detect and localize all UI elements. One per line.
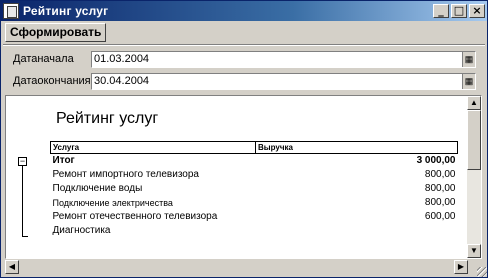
group-collapse-toggle[interactable]: − bbox=[18, 157, 27, 166]
date-start-field[interactable]: 01.03.2004 ▦ bbox=[91, 51, 476, 68]
date-start-label: Датаначала bbox=[13, 53, 74, 65]
service-revenue: 800,00 bbox=[424, 197, 456, 208]
service-name: Диагностика bbox=[52, 225, 111, 236]
toolbar-separator bbox=[3, 44, 485, 46]
table-row[interactable]: Подключение электричества 800,00 bbox=[51, 196, 458, 210]
horizontal-scrollbar[interactable]: ◀ ▶ bbox=[5, 260, 482, 274]
window-app-icon bbox=[3, 3, 19, 19]
column-header-service: Услуга bbox=[50, 141, 256, 154]
table-header-row: Услуга Выручка bbox=[50, 141, 458, 154]
report-title: Рейтинг услуг bbox=[56, 110, 159, 127]
scroll-down-icon[interactable]: ▼ bbox=[467, 244, 481, 258]
table-row[interactable]: Подключение воды 800,00 bbox=[51, 182, 458, 196]
scroll-up-icon[interactable]: ▲ bbox=[467, 96, 481, 110]
group-bracket-end bbox=[22, 236, 28, 237]
service-revenue: 800,00 bbox=[424, 169, 456, 180]
group-bracket-line bbox=[22, 166, 23, 236]
scroll-right-icon[interactable]: ▶ bbox=[454, 260, 468, 274]
title-bar[interactable]: Рейтинг услуг _ □ × bbox=[1, 1, 487, 21]
report-spreadsheet[interactable]: Рейтинг услуг − Услуга Выручка Итог 3 00… bbox=[5, 95, 482, 259]
vertical-scrollbar[interactable]: ▲ ▼ bbox=[467, 96, 481, 258]
service-name: Ремонт импортного телевизора bbox=[52, 169, 199, 180]
date-end-field[interactable]: 30.04.2004 ▦ bbox=[91, 73, 476, 90]
table-row[interactable]: Ремонт отечественного телевизора 600,00 bbox=[51, 210, 458, 224]
resize-grip-icon[interactable] bbox=[477, 267, 487, 277]
table-row[interactable]: Ремонт импортного телевизора 800,00 bbox=[51, 168, 458, 182]
service-revenue: 800,00 bbox=[424, 183, 456, 194]
close-icon[interactable]: × bbox=[469, 4, 485, 18]
calendar-icon[interactable]: ▦ bbox=[462, 74, 475, 89]
service-name: Подключение электричества bbox=[52, 197, 173, 208]
window-title: Рейтинг услуг bbox=[23, 4, 109, 18]
service-revenue bbox=[256, 224, 458, 238]
service-revenue: 600,00 bbox=[424, 211, 456, 222]
maximize-icon[interactable]: □ bbox=[451, 4, 467, 18]
date-end-label: Датаокончания bbox=[13, 75, 91, 87]
scroll-left-icon[interactable]: ◀ bbox=[5, 260, 19, 274]
service-name: Ремонт отечественного телевизора bbox=[52, 211, 218, 222]
total-label: Итог bbox=[50, 153, 256, 168]
table-row[interactable]: Диагностика bbox=[51, 224, 458, 238]
service-name: Подключение воды bbox=[52, 183, 143, 194]
report-window: Рейтинг услуг _ □ × Сформировать Датанач… bbox=[0, 0, 488, 278]
scrollbar-thumb[interactable] bbox=[467, 110, 481, 170]
total-value: 3 000,00 bbox=[255, 153, 458, 168]
calendar-icon[interactable]: ▦ bbox=[462, 52, 475, 67]
date-start-value: 01.03.2004 bbox=[94, 53, 150, 65]
minimize-icon[interactable]: _ bbox=[433, 4, 449, 18]
table-total-row[interactable]: Итог 3 000,00 bbox=[50, 153, 458, 168]
generate-button[interactable]: Сформировать bbox=[5, 23, 107, 42]
date-end-value: 30.04.2004 bbox=[94, 75, 150, 87]
report-table: Услуга Выручка Итог 3 000,00 Ремонт импо… bbox=[50, 141, 458, 238]
column-header-revenue: Выручка bbox=[255, 141, 458, 154]
